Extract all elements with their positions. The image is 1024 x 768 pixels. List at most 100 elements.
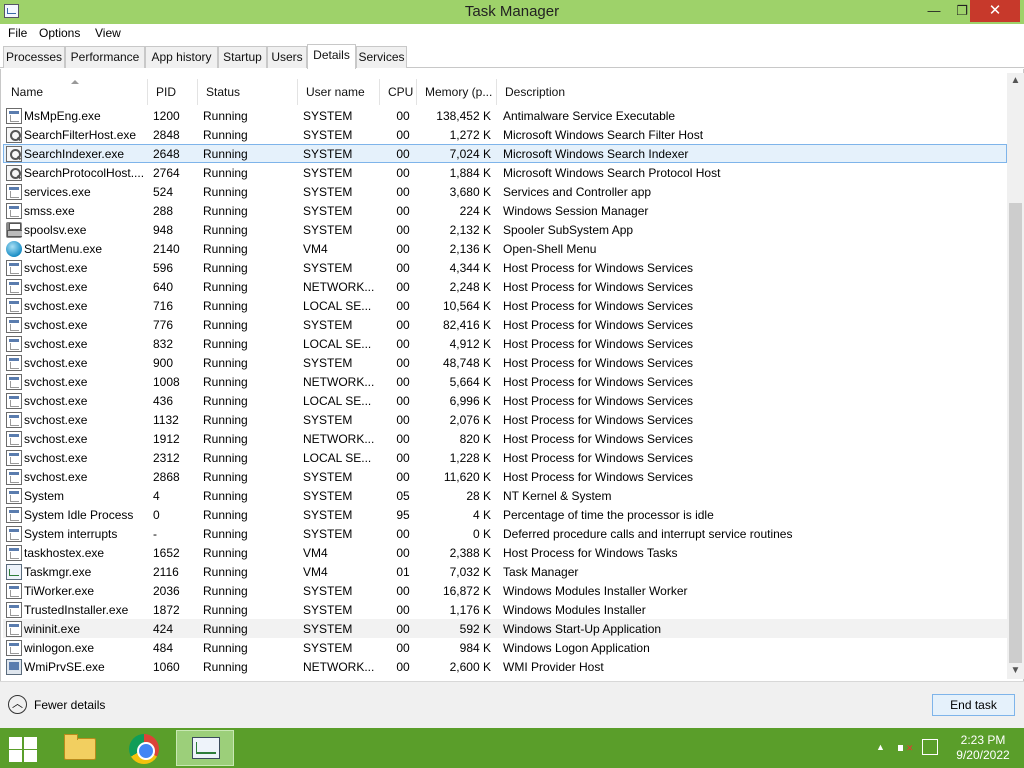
table-row[interactable]: services.exe 524 Running SYSTEM 00 3,680 K Ser… [3, 182, 1007, 201]
table-row[interactable]: WmiPrvSE.exe 1060 Running NETWORK... 00 2,600… [3, 657, 1007, 676]
process-description: Microsoft Windows Search Filter Host [503, 128, 704, 142]
process-pid: 1872 [153, 603, 180, 617]
tab-services[interactable]: Services [356, 46, 407, 68]
table-row[interactable]: System Idle Process 0 Running SYSTEM 95 4 K Pe… [3, 505, 1007, 524]
table-row[interactable]: svchost.exe 900 Running SYSTEM 00 48,748 K Hos… [3, 353, 1007, 372]
table-row[interactable]: svchost.exe 2312 Running LOCAL SE... 00 1,228… [3, 448, 1007, 467]
process-pid: 948 [153, 223, 174, 237]
table-row[interactable]: wininit.exe 424 Running SYSTEM 00 592 K Window… [3, 619, 1007, 638]
tab-performance[interactable]: Performance [65, 46, 145, 68]
scroll-thumb[interactable] [1009, 203, 1022, 663]
tab-startup[interactable]: Startup [218, 46, 267, 68]
menu-file[interactable]: File [8, 26, 27, 40]
process-memory: 0 K [472, 527, 491, 541]
process-name: TiWorker.exe [24, 584, 95, 598]
table-row[interactable]: TiWorker.exe 2036 Running SYSTEM 00 16,872 K W… [3, 581, 1007, 600]
process-memory: 592 K [459, 622, 491, 636]
process-user-name: LOCAL SE... [303, 337, 372, 351]
table-row[interactable]: SearchProtocolHost.... 2764 Running SYSTEM 0… [3, 163, 1007, 182]
process-memory: 2,132 K [449, 223, 491, 237]
process-description: Services and Controller app [503, 185, 652, 199]
process-printer-icon [6, 222, 22, 238]
process-cpu: 00 [396, 413, 410, 427]
table-row[interactable]: svchost.exe 832 Running LOCAL SE... 00 4,912 … [3, 334, 1007, 353]
process-status: Running [203, 280, 248, 294]
title-bar[interactable]: Task Manager — ❐ ✕ [0, 0, 1024, 24]
menu-options[interactable]: Options [39, 26, 80, 40]
tab-details[interactable]: Details [307, 44, 356, 69]
column-header-cpu[interactable]: CPU [380, 79, 417, 105]
process-generic-icon [6, 431, 22, 447]
table-row[interactable]: System 4 Running SYSTEM 05 28 K NT Kernel & Sy… [3, 486, 1007, 505]
close-button[interactable]: ✕ [970, 0, 1020, 22]
tab-bar: Processes Performance App history Startu… [0, 44, 1024, 69]
table-row[interactable]: svchost.exe 776 Running SYSTEM 00 82,416 K Hos… [3, 315, 1007, 334]
process-description: Open-Shell Menu [503, 242, 597, 256]
column-header-memory[interactable]: Memory (p... [417, 79, 497, 105]
system-tray: ▲ 2:23 PM 9/20/2022 [870, 728, 1024, 768]
start-button[interactable] [8, 736, 38, 762]
column-header-status[interactable]: Status [198, 79, 298, 105]
process-cpu: 00 [396, 261, 410, 275]
process-generic-icon [6, 203, 22, 219]
process-cpu: 00 [396, 318, 410, 332]
table-row[interactable]: System interrupts - Running SYSTEM 00 0 K Defe… [3, 524, 1007, 543]
taskbar-task-manager[interactable] [176, 730, 234, 766]
process-pid: 2036 [153, 584, 180, 598]
table-row[interactable]: svchost.exe 640 Running NETWORK... 00 2,248 K… [3, 277, 1007, 296]
tab-users[interactable]: Users [267, 46, 307, 68]
column-header-name[interactable]: Name [3, 79, 148, 105]
table-row[interactable]: StartMenu.exe 2140 Running VM4 00 2,136 K Open… [3, 239, 1007, 258]
table-row[interactable]: Taskmgr.exe 2116 Running VM4 01 7,032 K Task M… [3, 562, 1007, 581]
menu-view[interactable]: View [95, 26, 121, 40]
process-generic-icon [6, 526, 22, 542]
process-memory: 984 K [459, 641, 491, 655]
process-user-name: LOCAL SE... [303, 299, 372, 313]
table-row[interactable]: SearchFilterHost.exe 2848 Running SYSTEM 00 1… [3, 125, 1007, 144]
process-generic-icon [6, 374, 22, 390]
process-name: MsMpEng.exe [24, 109, 101, 123]
process-memory: 4,912 K [449, 337, 491, 351]
taskbar-chrome[interactable] [114, 730, 172, 766]
network-icon[interactable] [922, 739, 938, 755]
table-row[interactable]: svchost.exe 716 Running LOCAL SE... 00 10,564… [3, 296, 1007, 315]
table-row[interactable]: SearchIndexer.exe 2648 Running SYSTEM 00 7,02… [3, 144, 1007, 163]
show-hidden-icons-icon[interactable]: ▲ [876, 742, 885, 752]
windows-logo-pane [9, 750, 22, 762]
table-row[interactable]: svchost.exe 2868 Running SYSTEM 00 11,620 K Ho… [3, 467, 1007, 486]
table-row[interactable]: winlogon.exe 484 Running SYSTEM 00 984 K Windo… [3, 638, 1007, 657]
process-cpu: 00 [396, 109, 410, 123]
table-row[interactable]: svchost.exe 436 Running LOCAL SE... 00 6,996 … [3, 391, 1007, 410]
process-status: Running [203, 185, 248, 199]
table-row[interactable]: svchost.exe 1008 Running NETWORK... 00 5,664 … [3, 372, 1007, 391]
table-row[interactable]: TrustedInstaller.exe 1872 Running SYSTEM 00 1… [3, 600, 1007, 619]
taskbar-file-explorer[interactable] [52, 730, 110, 766]
details-panel: Name PID Status User name CPU Memory (p.… [0, 69, 1024, 681]
scroll-up-icon[interactable]: ▲ [1007, 73, 1024, 89]
table-row[interactable]: svchost.exe 596 Running SYSTEM 00 4,344 K Host… [3, 258, 1007, 277]
end-task-button[interactable]: End task [932, 694, 1015, 716]
process-pid: 1652 [153, 546, 180, 560]
volume-muted-icon[interactable] [898, 741, 914, 755]
process-description: Task Manager [503, 565, 579, 579]
column-header-pid[interactable]: PID [148, 79, 198, 105]
clock[interactable]: 2:23 PM 9/20/2022 [946, 733, 1020, 763]
process-status: Running [203, 508, 248, 522]
column-header-user-name[interactable]: User name [298, 79, 380, 105]
process-status: Running [203, 565, 248, 579]
process-pid: 288 [153, 204, 174, 218]
process-user-name: SYSTEM [303, 109, 353, 123]
table-row[interactable]: MsMpEng.exe 1200 Running SYSTEM 00 138,452 K A… [3, 106, 1007, 125]
table-row[interactable]: smss.exe 288 Running SYSTEM 00 224 K Windows S… [3, 201, 1007, 220]
table-row[interactable]: svchost.exe 1912 Running NETWORK... 00 820 K H… [3, 429, 1007, 448]
table-row[interactable]: taskhostex.exe 1652 Running VM4 00 2,388 K Hos… [3, 543, 1007, 562]
column-header-description[interactable]: Description [497, 79, 1007, 105]
process-status: Running [203, 375, 248, 389]
tab-app-history[interactable]: App history [145, 46, 218, 68]
table-row[interactable]: spoolsv.exe 948 Running SYSTEM 00 2,132 K Spoo… [3, 220, 1007, 239]
tab-processes[interactable]: Processes [3, 46, 65, 68]
table-row[interactable]: svchost.exe 1132 Running SYSTEM 00 2,076 K Hos… [3, 410, 1007, 429]
scroll-down-icon[interactable]: ▼ [1007, 663, 1024, 679]
vertical-scrollbar[interactable]: ▲ ▼ [1007, 73, 1024, 679]
chrome-icon [129, 734, 159, 764]
